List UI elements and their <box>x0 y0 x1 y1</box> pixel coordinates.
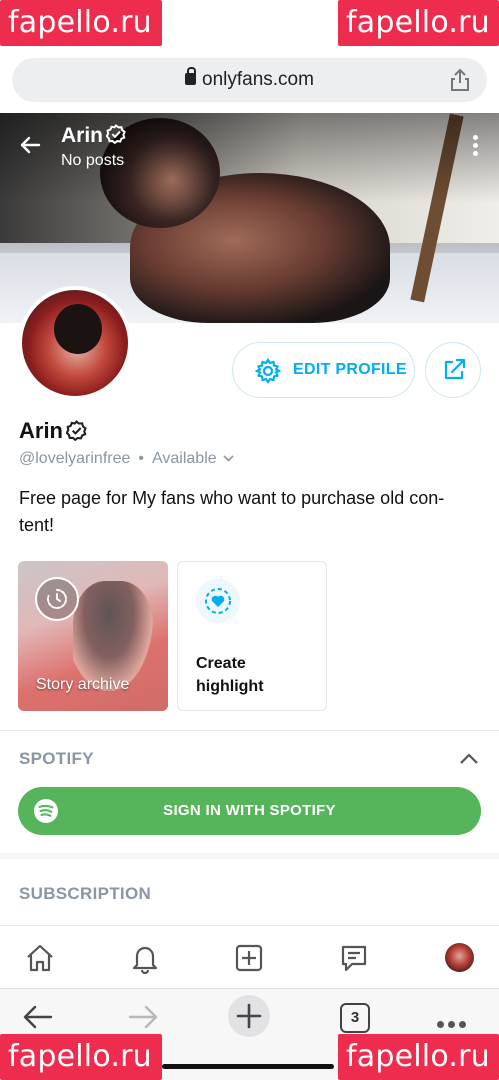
messages-icon[interactable] <box>338 942 370 974</box>
edit-profile-button[interactable]: EDIT PROFILE <box>232 342 415 398</box>
story-archive-card[interactable]: Story archive <box>18 561 168 711</box>
story-archive-label: Story archive <box>36 676 130 693</box>
banner-post-count: No posts <box>61 152 125 169</box>
bell-icon[interactable] <box>129 942 161 974</box>
profile-name: Arin <box>19 418 87 444</box>
url-display[interactable]: onlyfans.com <box>12 67 487 91</box>
spotify-sign-in-label: SIGN IN WITH SPOTIFY <box>163 802 336 819</box>
kebab-icon[interactable] <box>473 135 479 157</box>
verified-icon <box>106 124 126 144</box>
share-icon[interactable] <box>449 68 471 92</box>
nav-back-icon[interactable] <box>22 1003 54 1031</box>
watermark: fapello.ru <box>0 1034 162 1080</box>
nav-avatar[interactable] <box>445 943 474 972</box>
home-indicator <box>162 1064 334 1069</box>
create-highlight-card[interactable]: Create highlight <box>177 561 327 711</box>
lock-icon <box>185 67 197 85</box>
create-highlight-label: Create highlight <box>196 655 264 695</box>
watermark: fapello.ru <box>0 0 162 46</box>
back-arrow-icon[interactable] <box>18 133 42 157</box>
nav-forward-icon[interactable] <box>127 1003 159 1031</box>
watermark: fapello.ru <box>338 1034 499 1080</box>
avatar[interactable] <box>18 286 132 400</box>
banner-name: Arin <box>61 124 126 148</box>
more-icon[interactable] <box>437 1015 470 1033</box>
section-gap <box>0 853 499 859</box>
new-tab-icon[interactable] <box>228 995 270 1037</box>
tab-count-button[interactable]: 3 <box>340 1003 370 1033</box>
availability-status[interactable]: Available <box>152 450 217 467</box>
chevron-up-icon[interactable] <box>459 752 479 766</box>
url-bar[interactable]: onlyfans.com <box>12 58 487 102</box>
profile-handle-row: @lovelyarinfree • Available <box>19 450 234 468</box>
spotify-section-title: SPOTIFY <box>19 749 94 768</box>
profile-name-text: Arin <box>19 418 63 443</box>
profile-handle: @lovelyarinfree <box>19 450 131 467</box>
app-bottom-nav <box>0 925 499 987</box>
share-out-icon <box>444 358 466 380</box>
add-post-icon[interactable] <box>233 942 265 974</box>
separator-dot: • <box>138 450 145 467</box>
share-profile-button[interactable] <box>425 342 481 398</box>
heart-circle-icon <box>196 579 240 623</box>
home-icon[interactable] <box>24 942 56 974</box>
spotify-sign-in-button[interactable]: SIGN IN WITH SPOTIFY <box>18 787 481 835</box>
profile-bio: Free page for My fans who want to purcha… <box>19 488 445 535</box>
banner-name-text: Arin <box>61 124 103 147</box>
gear-icon <box>255 358 281 384</box>
verified-icon <box>66 420 87 441</box>
divider <box>0 730 499 731</box>
url-text: onlyfans.com <box>202 69 314 90</box>
watermark: fapello.ru <box>338 0 499 46</box>
subscription-section-title: SUBSCRIPTION <box>19 884 152 903</box>
edit-profile-label: EDIT PROFILE <box>293 361 407 378</box>
chevron-down-icon[interactable] <box>223 455 234 462</box>
clock-icon <box>35 577 79 621</box>
avatar-hair <box>54 304 102 354</box>
